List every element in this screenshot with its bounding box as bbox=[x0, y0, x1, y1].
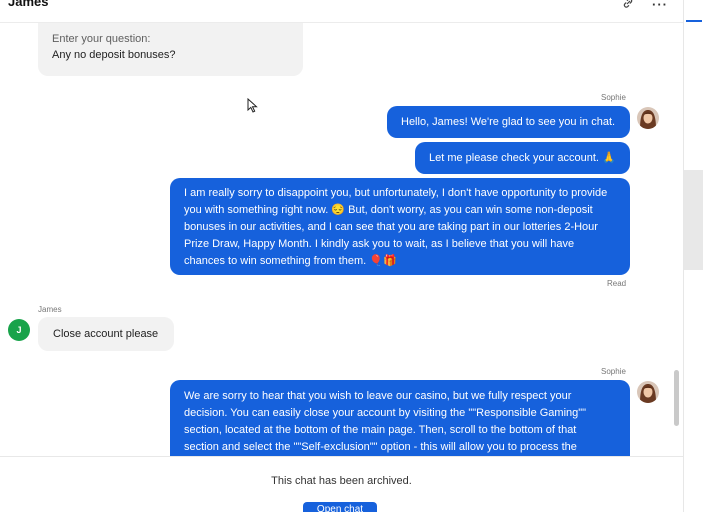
sender-name-james: James bbox=[38, 305, 62, 314]
agent-message-2: Let me please check your account. 🙏 bbox=[415, 142, 630, 174]
agent-avatar-2 bbox=[637, 381, 659, 403]
agent-message-3-line: bonuses in our activities, and I can see… bbox=[184, 221, 598, 233]
chat-pane: James ··· Enter your question: Any no de… bbox=[0, 0, 683, 512]
agent-avatar bbox=[637, 107, 659, 129]
scrollbar-thumb[interactable] bbox=[674, 370, 679, 426]
customer-message: Close account please bbox=[38, 317, 174, 351]
mouse-cursor-icon bbox=[247, 98, 258, 113]
agent-message-1-text: Hello, James! We're glad to see you in c… bbox=[401, 116, 616, 128]
chat-header: James ··· bbox=[0, 0, 683, 23]
question-label: Enter your question: bbox=[52, 33, 151, 45]
agent-message-3-line: I am really sorry to disappoint you, but… bbox=[184, 187, 608, 199]
customer-avatar: J bbox=[8, 319, 30, 341]
read-status: Read bbox=[607, 279, 627, 288]
side-panel-preview bbox=[684, 170, 703, 270]
agent-message-4-line: We are sorry to hear that you wish to le… bbox=[184, 390, 572, 402]
customer-message-text: Close account please bbox=[53, 328, 159, 340]
agent-message-1: Hello, James! We're glad to see you in c… bbox=[387, 106, 630, 138]
chat-title: James bbox=[8, 0, 49, 9]
agent-message-3-line: Prize Draw, Happy Month. I kindly ask yo… bbox=[184, 238, 575, 250]
agent-message-2-text: Let me please check your account. 🙏 bbox=[429, 152, 616, 164]
agent-message-4-line: decision. You can easily close your acco… bbox=[184, 407, 587, 419]
customer-question-bubble: Enter your question: Any no deposit bonu… bbox=[38, 18, 303, 76]
agent-message-3-line: you with something right now. 😔 But, don… bbox=[184, 204, 593, 216]
sender-name-sophie: Sophie bbox=[601, 93, 626, 102]
side-tab-indicator bbox=[686, 20, 702, 22]
agent-message-3-line: chances to win something from them. 🎈🎁 bbox=[184, 255, 397, 267]
archived-footer: This chat has been archived. Open chat bbox=[0, 456, 683, 512]
archived-notice: This chat has been archived. bbox=[271, 475, 412, 487]
sender-name-sophie-2: Sophie bbox=[601, 367, 626, 376]
question-text: Any no deposit bonuses? bbox=[52, 49, 176, 61]
side-panel-edge bbox=[683, 0, 703, 512]
open-chat-button[interactable]: Open chat bbox=[303, 502, 377, 512]
agent-message-4-line: section and select the ""Self-exclusion"… bbox=[184, 441, 577, 453]
link-icon[interactable] bbox=[622, 0, 634, 12]
more-icon[interactable]: ··· bbox=[652, 0, 668, 12]
agent-message-4-line: section, located at the bottom of the ma… bbox=[184, 424, 577, 436]
agent-message-3: I am really sorry to disappoint you, but… bbox=[170, 178, 630, 275]
